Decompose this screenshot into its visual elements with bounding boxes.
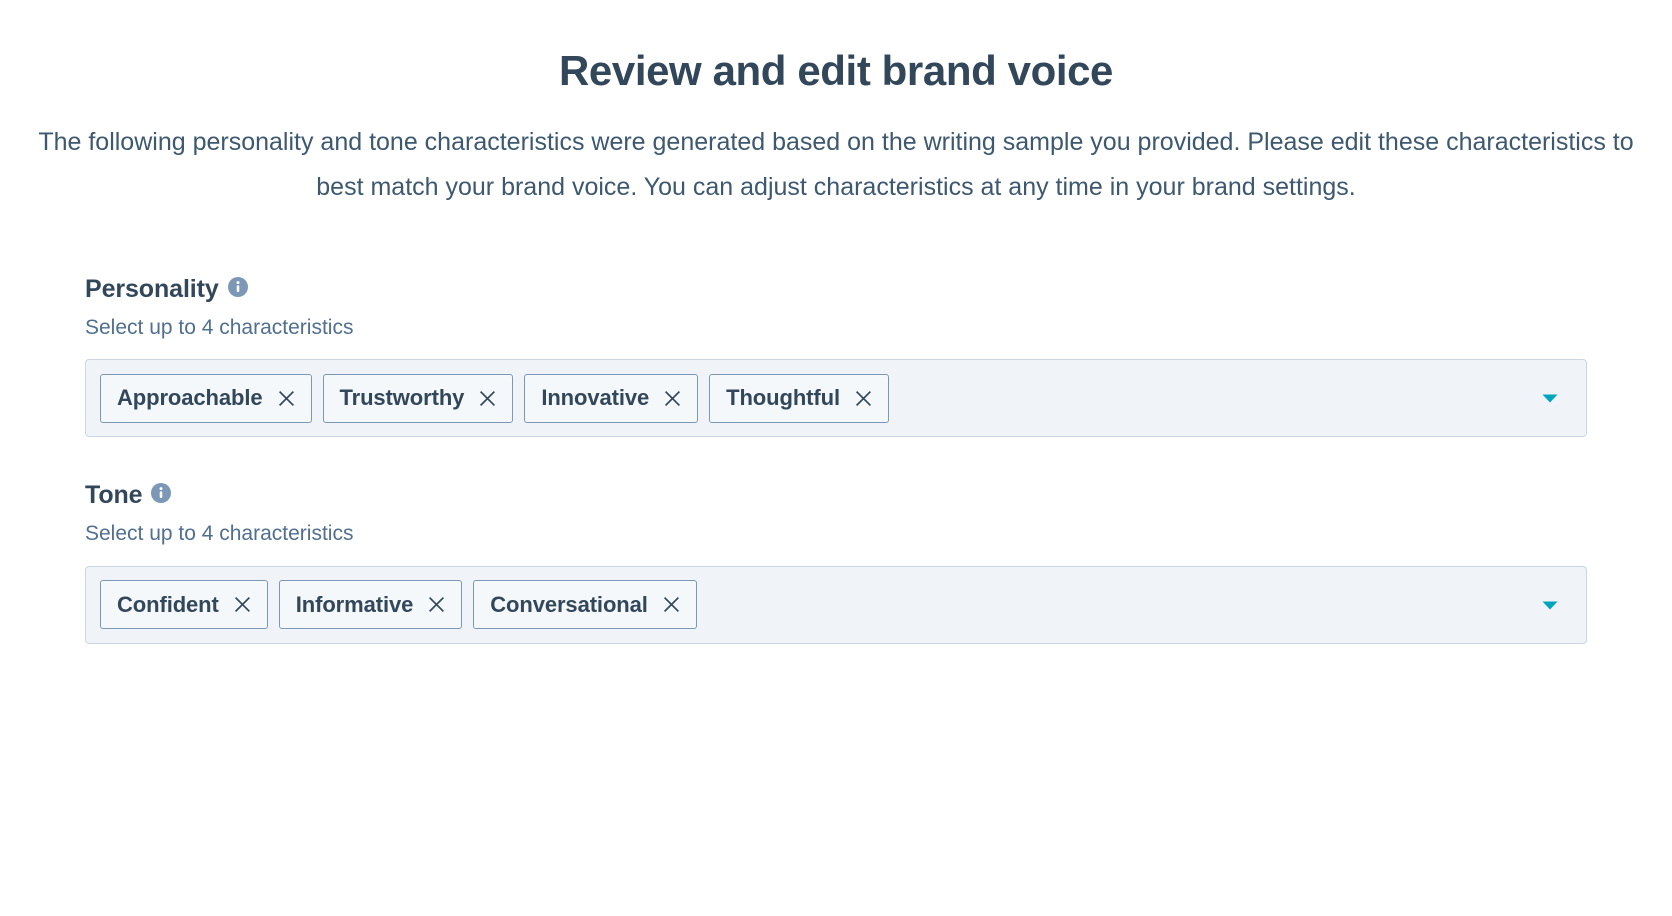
token-thoughtful[interactable]: Thoughtful — [709, 373, 889, 423]
token-label: Trustworthy — [339, 385, 465, 411]
brand-voice-form: Personality Select up to 4 characteristi… — [0, 275, 1672, 644]
chevron-down-icon[interactable] — [1539, 387, 1561, 409]
close-icon[interactable] — [276, 388, 297, 409]
token-label: Innovative — [541, 385, 650, 411]
close-icon[interactable] — [426, 594, 447, 615]
token-confident[interactable]: Confident — [100, 580, 268, 630]
close-icon[interactable] — [662, 388, 683, 409]
personality-label: Personality — [85, 275, 219, 304]
token-innovative[interactable]: Innovative — [524, 373, 699, 423]
info-circle-icon[interactable] — [151, 482, 172, 503]
tone-label: Tone — [85, 481, 143, 510]
token-conversational[interactable]: Conversational — [473, 580, 697, 630]
token-label: Thoughtful — [726, 385, 840, 411]
token-approachable[interactable]: Approachable — [100, 373, 312, 423]
tone-label-row: Tone — [85, 481, 1587, 510]
close-icon[interactable] — [232, 594, 253, 615]
token-label: Conversational — [490, 591, 648, 617]
field-group-personality: Personality Select up to 4 characteristi… — [85, 275, 1587, 438]
field-group-tone: Tone Select up to 4 characteristics Conf… — [85, 481, 1587, 644]
token-label: Approachable — [117, 385, 263, 411]
token-label: Informative — [295, 591, 414, 617]
token-label: Confident — [117, 591, 219, 617]
personality-label-row: Personality — [85, 275, 1587, 304]
token-trustworthy[interactable]: Trustworthy — [322, 373, 514, 423]
personality-help-text: Select up to 4 characteristics — [85, 316, 354, 340]
tone-select-field[interactable]: Confident Informative Conversational — [85, 565, 1587, 644]
close-icon[interactable] — [477, 388, 498, 409]
chevron-down-icon[interactable] — [1539, 594, 1561, 616]
tone-help-text: Select up to 4 characteristics — [85, 522, 354, 546]
info-circle-icon[interactable] — [227, 276, 248, 297]
page-title: Review and edit brand voice — [558, 47, 1114, 94]
close-icon[interactable] — [853, 388, 874, 409]
page-subtitle: The following personality and tone chara… — [38, 128, 1634, 201]
token-informative[interactable]: Informative — [278, 580, 463, 630]
close-icon[interactable] — [661, 594, 682, 615]
personality-select-field[interactable]: Approachable Trustworthy Innovative Thou… — [85, 359, 1587, 438]
brand-voice-review-page: Review and edit brand voice The followin… — [0, 0, 1672, 916]
